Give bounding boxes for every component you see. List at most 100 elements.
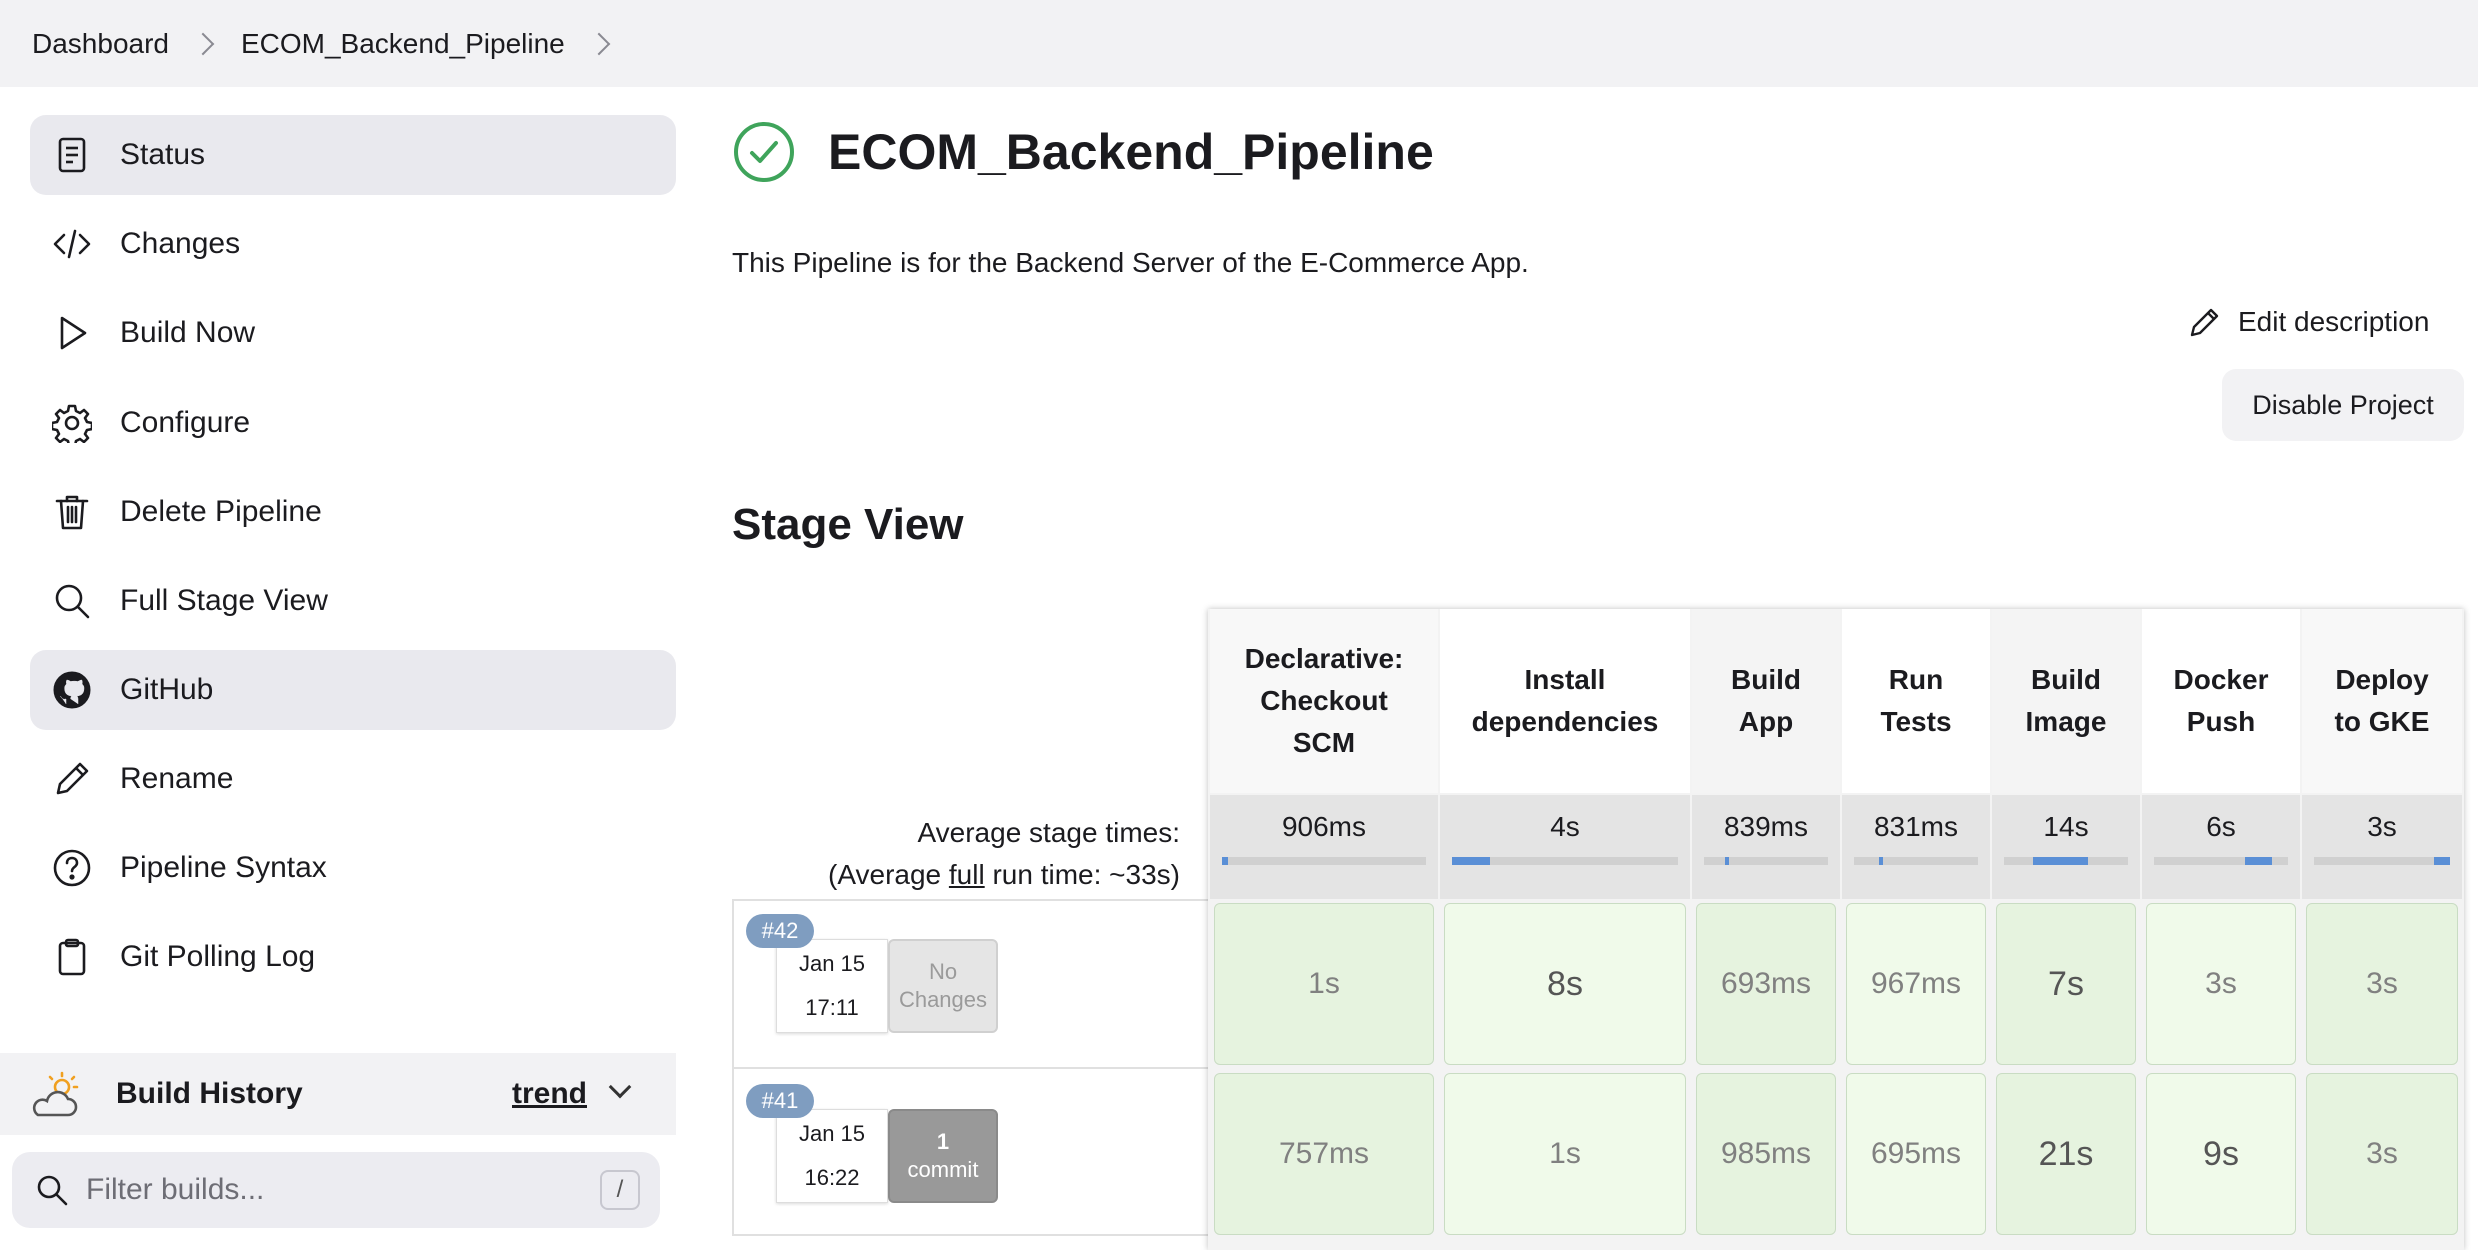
edit-description-label: Edit description	[2238, 306, 2430, 337]
run-time: 16:22	[804, 1165, 860, 1190]
stage-cell-run-42-deploy-to-gke[interactable]: 3s	[2306, 903, 2458, 1065]
sidebar-item-git-polling-log[interactable]: Git Polling Log	[30, 917, 676, 997]
sidebar-item-label: Pipeline Syntax	[120, 851, 327, 884]
full-run-link[interactable]: full	[949, 859, 985, 890]
stage-cell-run-41-install-dependencies[interactable]: 1s	[1444, 1073, 1686, 1235]
chevron-down-icon[interactable]	[608, 1075, 632, 1099]
github-icon	[52, 670, 92, 710]
stage-average-time: 831ms	[1873, 811, 1959, 842]
sidebar-item-label: Delete Pipeline	[120, 495, 322, 528]
stage-average-time: 4s	[1550, 811, 1580, 842]
sidebar-item-pipeline-syntax[interactable]: Pipeline Syntax	[30, 828, 676, 908]
sidebar-item-label: Rename	[120, 762, 234, 795]
run-changes-box[interactable]: 1 commit	[888, 1109, 998, 1203]
run-border	[732, 899, 734, 1234]
stage-header-build-image: Build Image	[1992, 609, 2140, 793]
sidebar-item-delete-pipeline[interactable]: Delete Pipeline	[30, 472, 676, 552]
stage-progress-fill	[1452, 857, 1491, 865]
average-stage-times-label: Average stage times: (Average full run t…	[828, 812, 1180, 896]
chevron-right-icon[interactable]	[587, 32, 611, 55]
stage-header-docker-push: Docker Push	[2142, 609, 2300, 793]
run-date-box[interactable]: Jan 15 17:11	[776, 939, 888, 1033]
pencil-icon	[52, 759, 92, 799]
stage-cell-run-41-deploy-to-gke[interactable]: 3s	[2306, 1073, 2458, 1235]
question-icon	[52, 848, 92, 888]
stage-progress-bar	[1222, 857, 1426, 865]
sidebar-item-changes[interactable]: Changes	[30, 204, 676, 284]
stage-progress-bar	[2004, 857, 2128, 865]
stage-cell-run-42-declarative-checkout-scm[interactable]: 1s	[1214, 903, 1434, 1065]
breadcrumb: Dashboard ECOM_Backend_Pipeline	[0, 0, 2478, 87]
stage-average-cell: 14s	[1992, 795, 2140, 899]
run-number-badge[interactable]: #42	[746, 914, 814, 948]
run-changes-line1: No	[928, 959, 958, 984]
stage-cell-run-41-docker-push[interactable]: 9s	[2146, 1073, 2296, 1235]
stage-progress-fill	[1222, 857, 1229, 865]
run-date-box[interactable]: Jan 15 16:22	[776, 1109, 888, 1203]
run-divider	[732, 899, 1208, 901]
filter-builds: /	[12, 1152, 660, 1228]
stage-cell-run-42-build-image[interactable]: 7s	[1996, 903, 2136, 1065]
sidebar-item-full-stage-view[interactable]: Full Stage View	[30, 561, 676, 641]
sidebar-item-rename[interactable]: Rename	[30, 739, 676, 819]
run-time: 17:11	[805, 995, 859, 1020]
trend-link[interactable]: trend	[512, 1077, 587, 1111]
run-changes-line1: 1	[936, 1129, 950, 1154]
stage-progress-fill	[1725, 857, 1729, 865]
success-check-icon	[732, 120, 796, 184]
run-changes-box[interactable]: No Changes	[888, 939, 998, 1033]
stage-progress-bar	[1854, 857, 1978, 865]
average-full-run-time: (Average full run time: ~33s)	[828, 854, 1180, 896]
sidebar-item-label: Build Now	[120, 316, 256, 349]
average-stage-times-text: Average stage times:	[917, 817, 1180, 848]
run-number-badge[interactable]: #41	[746, 1084, 814, 1118]
sidebar-item-label: Changes	[120, 227, 241, 260]
sidebar-item-build-now[interactable]: Build Now	[30, 293, 676, 373]
sidebar-item-github[interactable]: GitHub	[30, 650, 676, 730]
stage-cell-run-42-run-tests[interactable]: 967ms	[1846, 903, 1986, 1065]
stage-progress-fill	[2245, 857, 2272, 865]
stage-progress-bar	[1704, 857, 1828, 865]
run-divider	[732, 1234, 1208, 1236]
keyboard-shortcut-badge: /	[600, 1170, 640, 1210]
stage-progress-bar	[1452, 857, 1678, 865]
stage-cell-run-42-build-app[interactable]: 693ms	[1696, 903, 1836, 1065]
run-changes-line2: Changes	[898, 987, 988, 1012]
stage-average-cell: 831ms	[1842, 795, 1990, 899]
stage-cell-run-41-build-image[interactable]: 21s	[1996, 1073, 2136, 1235]
stage-header-build-app: Build App	[1692, 609, 1840, 793]
breadcrumb-dashboard[interactable]: Dashboard	[32, 28, 169, 60]
trash-icon	[52, 492, 92, 532]
sidebar-item-label: Status	[120, 138, 206, 171]
pipeline-description: This Pipeline is for the Backend Server …	[732, 247, 1529, 278]
code-icon	[52, 224, 92, 264]
stage-average-cell: 839ms	[1692, 795, 1840, 899]
chevron-right-icon	[191, 32, 215, 55]
stage-cell-run-41-declarative-checkout-scm[interactable]: 757ms	[1214, 1073, 1434, 1235]
build-history-title: Build History	[116, 1077, 303, 1110]
stage-progress-fill	[2032, 857, 2089, 865]
play-icon	[52, 313, 92, 353]
breadcrumb-pipeline[interactable]: ECOM_Backend_Pipeline	[241, 28, 565, 60]
sidebar-item-label: Full Stage View	[120, 584, 328, 617]
stage-cell-run-42-docker-push[interactable]: 3s	[2146, 903, 2296, 1065]
stage-cell-run-41-run-tests[interactable]: 695ms	[1846, 1073, 1986, 1235]
sidebar-item-status[interactable]: Status	[30, 115, 676, 195]
stage-view-title: Stage View	[732, 500, 964, 549]
stage-average-cell: 906ms	[1210, 795, 1438, 899]
disable-project-button[interactable]: Disable Project	[2222, 369, 2464, 441]
stage-average-time: 6s	[2206, 811, 2236, 842]
sidebar-item-configure[interactable]: Configure	[30, 383, 676, 463]
sidebar-item-label: Configure	[120, 406, 251, 439]
stage-header-run-tests: Run Tests	[1842, 609, 1990, 793]
weather-partly-sunny-icon	[30, 1071, 86, 1121]
filter-builds-input[interactable]	[86, 1166, 586, 1214]
stage-average-time: 14s	[2043, 811, 2089, 842]
stage-average-cell: 4s	[1440, 795, 1690, 899]
stage-cell-run-42-install-dependencies[interactable]: 8s	[1444, 903, 1686, 1065]
stage-header-install-dependencies: Install dependencies	[1440, 609, 1690, 793]
document-icon	[52, 135, 92, 175]
edit-description-link[interactable]: Edit description	[2188, 302, 2429, 342]
stage-cell-run-41-build-app[interactable]: 985ms	[1696, 1073, 1836, 1235]
stage-average-cell: 6s	[2142, 795, 2300, 899]
